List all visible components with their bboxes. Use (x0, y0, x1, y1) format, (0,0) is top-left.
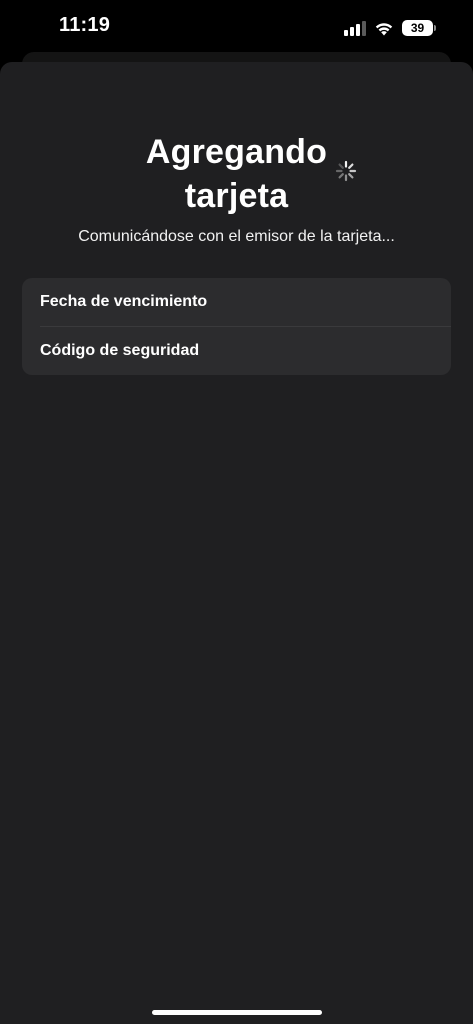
spinner-icon (335, 160, 357, 182)
battery-tip (434, 25, 436, 31)
home-indicator[interactable] (152, 1010, 322, 1015)
page-title: Agregando tarjeta (0, 130, 473, 220)
card-fields-group: Fecha de vencimiento Código de seguridad (22, 278, 451, 375)
battery-icon: 39 (402, 20, 433, 36)
title-line-2: tarjeta (184, 177, 289, 215)
status-bar: 11:19 39 (0, 0, 473, 52)
title-line-1: Agregando (145, 133, 328, 171)
add-card-sheet: Agregando tarjeta Comunicándose con el e… (0, 62, 473, 1024)
status-subtitle: Comunicándose con el emisor de la tarjet… (78, 228, 395, 245)
expiration-date-label: Fecha de vencimiento (40, 293, 208, 310)
wifi-icon (375, 22, 393, 35)
screen: 11:19 39 Agregando tarjeta Comunicándose… (0, 0, 473, 1024)
battery-indicator: 39 (402, 20, 436, 36)
expiration-date-field[interactable]: Fecha de vencimiento (22, 278, 451, 326)
cellular-signal-icon (344, 20, 366, 36)
status-icons: 39 (344, 17, 436, 39)
security-code-label: Código de seguridad (40, 342, 200, 359)
status-time: 11:19 (59, 14, 111, 36)
security-code-field[interactable]: Código de seguridad (22, 327, 451, 375)
battery-percent: 39 (410, 21, 425, 35)
